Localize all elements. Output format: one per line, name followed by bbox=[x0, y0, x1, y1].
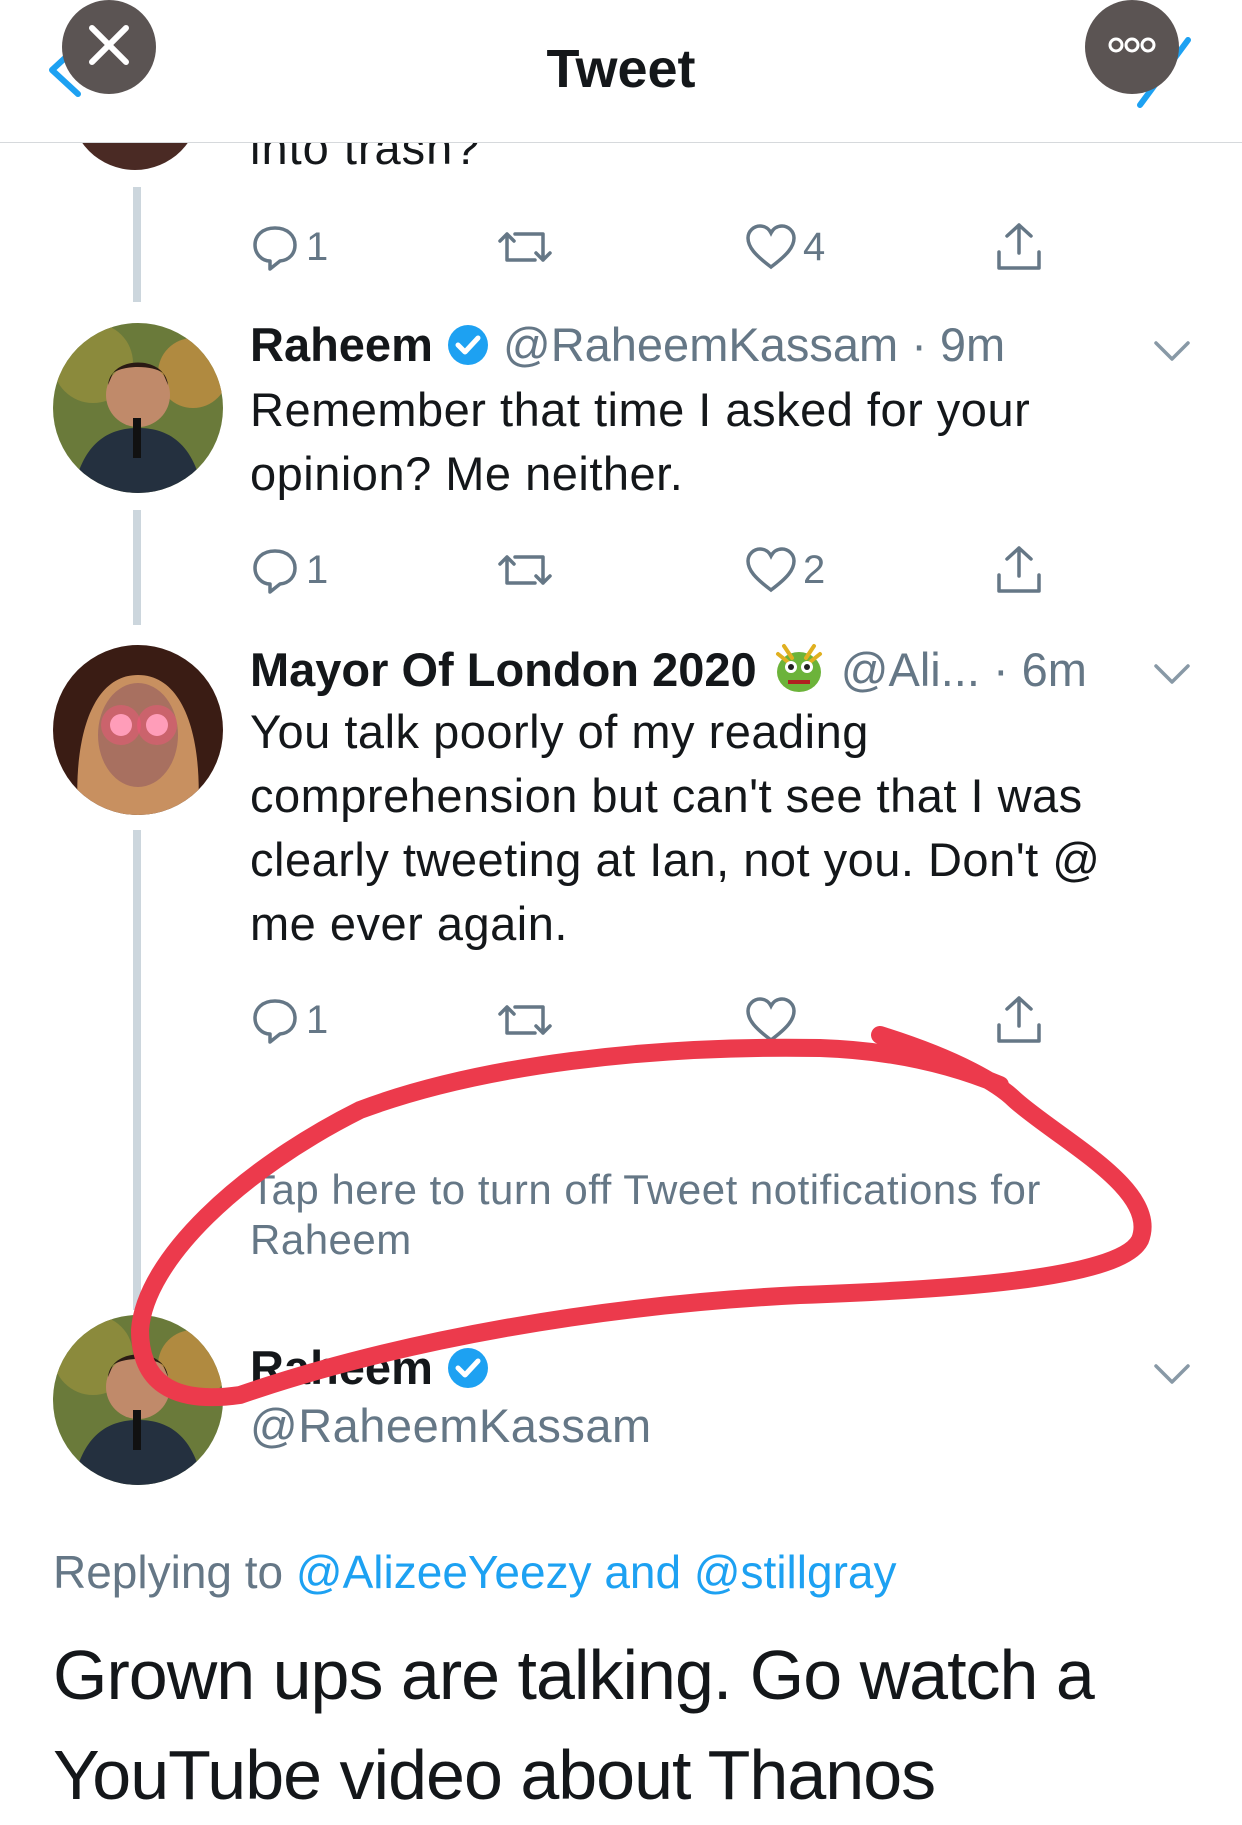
like-count: 2 bbox=[803, 547, 826, 592]
share-icon bbox=[997, 546, 1041, 593]
thread-line bbox=[133, 830, 141, 1310]
heart-icon bbox=[746, 547, 796, 593]
verified-badge-icon bbox=[447, 1348, 488, 1388]
chevron-down-icon[interactable] bbox=[1150, 658, 1194, 688]
share-icon bbox=[997, 996, 1041, 1043]
tweet-header: Raheem bbox=[250, 1340, 490, 1395]
reply-icon bbox=[253, 999, 297, 1044]
avatar[interactable] bbox=[53, 323, 223, 493]
user-handle[interactable]: @RaheemKassam bbox=[503, 318, 898, 371]
like-count: 4 bbox=[803, 224, 826, 269]
reply-user-link[interactable]: @AlizeeYeezy bbox=[296, 1546, 592, 1598]
avatar[interactable] bbox=[53, 645, 223, 815]
retweet-button[interactable] bbox=[495, 222, 555, 272]
thread-line bbox=[133, 510, 141, 625]
reply-count: 1 bbox=[306, 547, 329, 592]
notification-toggle-link[interactable]: Tap here to turn off Tweet notifications… bbox=[250, 1165, 1100, 1265]
reply-icon bbox=[253, 226, 297, 271]
thread-line bbox=[133, 187, 141, 302]
header-bar: Tweet bbox=[0, 0, 1242, 143]
like-button[interactable]: 2 bbox=[745, 545, 825, 595]
tweet-header: Raheem @RaheemKassam · 9m bbox=[250, 317, 1005, 372]
share-button[interactable] bbox=[993, 220, 1045, 274]
reply-count: 1 bbox=[306, 224, 329, 269]
reply-icon bbox=[253, 549, 297, 594]
reply-button[interactable]: 1 bbox=[250, 545, 328, 595]
reply-and: and bbox=[604, 1546, 682, 1598]
heart-icon bbox=[746, 224, 796, 270]
display-name[interactable]: Raheem bbox=[250, 318, 433, 371]
retweet-icon bbox=[498, 232, 552, 262]
replying-to: Replying to @AlizeeYeezy and @stillgray bbox=[53, 1545, 896, 1599]
close-icon bbox=[89, 25, 129, 65]
retweet-icon bbox=[498, 1005, 552, 1035]
share-button[interactable] bbox=[993, 993, 1045, 1047]
heart-icon bbox=[746, 997, 796, 1043]
reply-button[interactable]: 1 bbox=[250, 995, 328, 1045]
dragon-emoji-icon bbox=[775, 644, 822, 692]
page-title: Tweet bbox=[546, 39, 696, 99]
reply-user-link[interactable]: @stillgray bbox=[694, 1546, 897, 1598]
tweet-text: You talk poorly of my reading comprehens… bbox=[250, 705, 1101, 950]
retweet-button[interactable] bbox=[495, 545, 555, 595]
retweet-button[interactable] bbox=[495, 995, 555, 1045]
share-button[interactable] bbox=[993, 543, 1045, 597]
replying-prefix: Replying to bbox=[53, 1546, 284, 1598]
more-icon bbox=[1108, 37, 1156, 53]
share-icon bbox=[997, 223, 1041, 270]
tweet-header: Mayor Of London 2020 @Ali... · 6m bbox=[250, 640, 1087, 698]
display-name[interactable]: Raheem bbox=[250, 1341, 433, 1394]
avatar[interactable] bbox=[53, 1315, 223, 1485]
like-button[interactable]: 4 bbox=[745, 222, 825, 272]
display-name[interactable]: Mayor Of London 2020 bbox=[250, 643, 757, 696]
user-handle[interactable]: @RaheemKassam bbox=[250, 1398, 652, 1453]
like-button[interactable] bbox=[745, 995, 803, 1045]
user-handle[interactable]: @Ali... bbox=[841, 643, 980, 696]
tweet-time: · 9m bbox=[911, 318, 1006, 371]
more-button[interactable] bbox=[1085, 0, 1179, 94]
tweet-time: · 6m bbox=[992, 643, 1087, 696]
reply-count: 1 bbox=[306, 997, 329, 1042]
retweet-icon bbox=[498, 555, 552, 585]
chevron-down-icon[interactable] bbox=[1150, 1358, 1194, 1388]
chevron-down-icon[interactable] bbox=[1150, 335, 1194, 365]
close-button[interactable] bbox=[62, 0, 156, 94]
tweet-text: Remember that time I asked for your opin… bbox=[250, 383, 1031, 500]
reply-button[interactable]: 1 bbox=[250, 222, 328, 272]
main-tweet-text: Grown ups are talking. Go watch a YouTub… bbox=[53, 1636, 1095, 1814]
verified-badge-icon bbox=[447, 325, 488, 365]
